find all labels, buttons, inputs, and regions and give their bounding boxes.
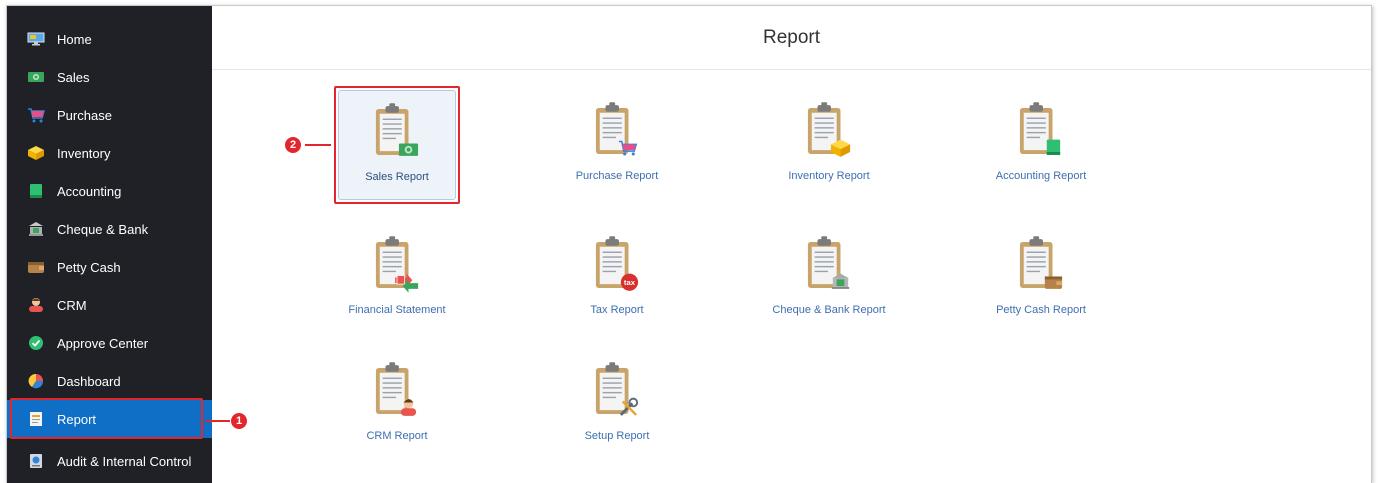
report-icon [27,411,45,427]
sidebar-item-sales[interactable]: Sales [7,58,212,96]
monitor-icon [27,31,45,47]
audit-icon [27,453,45,469]
sidebar-item-petty-cash[interactable]: Petty Cash [7,248,212,286]
tile-cheque-and-bank-report[interactable]: Cheque & Bank Report [770,224,888,334]
sidebar-item-label: Dashboard [57,373,121,389]
tile-crm-report[interactable]: CRM Report [338,350,456,460]
sidebar-item-label: Cheque & Bank [57,221,149,237]
wallet-clipboard-icon [1018,234,1064,294]
sidebar-item-label: Sales [57,69,90,85]
person-icon [27,297,45,313]
person-clipboard-icon [374,360,420,420]
money-clipboard-icon [374,101,420,161]
transfer-clipboard-icon [374,234,420,294]
tile-label: Cheque & Bank Report [772,304,886,316]
tile-label: Setup Report [584,430,650,442]
sidebar-item-label: Home [57,31,92,47]
tile-label: Purchase Report [575,170,659,182]
sidebar-item-home[interactable]: Home [7,20,212,58]
cart-clipboard-icon [594,100,640,160]
tile-label: CRM Report [366,430,428,442]
app-window: Home Sales Purchase Inventory Accounting [6,5,1372,483]
annotation-arrow-2 [305,144,331,146]
sidebar: Home Sales Purchase Inventory Accounting [7,6,212,483]
sidebar-item-report[interactable]: Report [7,400,212,438]
box-clipboard-icon [806,100,852,160]
sidebar-item-label: Petty Cash [57,259,121,275]
tile-label: Accounting Report [995,170,1087,182]
money-icon [27,69,45,85]
wallet-icon [27,259,45,275]
sidebar-item-label: Accounting [57,183,122,199]
tile-petty-cash-report[interactable]: Petty Cash Report [982,224,1100,334]
tile-sales-report[interactable]: Sales Report [338,90,456,200]
tax-clipboard-icon: tax [594,234,640,294]
tile-tax-report[interactable]: tax Tax Report [558,224,676,334]
annotation-marker-1: 1 [231,413,247,429]
tile-financial-statement[interactable]: Financial Statement [338,224,456,334]
sidebar-item-label: Inventory [57,145,111,161]
tile-accounting-report[interactable]: Accounting Report [982,90,1100,200]
bank-clipboard-icon [806,234,852,294]
tile-label: Petty Cash Report [996,304,1086,316]
annotation-marker-2: 2 [285,137,301,153]
page-title: Report [212,6,1371,70]
sidebar-item-audit-internal-control[interactable]: Audit & Internal Control [7,442,212,480]
tile-label: Tax Report [590,304,644,316]
annotation-arrow-1 [206,420,230,422]
pie-chart-icon [27,373,45,389]
svg-text:tax: tax [624,278,636,287]
sidebar-item-label: CRM [57,297,87,313]
tile-setup-report[interactable]: Setup Report [558,350,676,460]
sidebar-item-purchase[interactable]: Purchase [7,96,212,134]
cart-icon [27,107,45,123]
sidebar-item-inventory[interactable]: Inventory [7,134,212,172]
book-clipboard-icon [1018,100,1064,160]
tile-label: Inventory Report [788,170,870,182]
sidebar-item-accounting[interactable]: Accounting [7,172,212,210]
tile-label: Financial Statement [348,304,446,316]
tools-clipboard-icon [594,360,640,420]
sidebar-item-cheque-bank[interactable]: Cheque & Bank [7,210,212,248]
book-icon [27,183,45,199]
sidebar-item-approve-center[interactable]: Approve Center [7,324,212,362]
sidebar-item-label: Audit & Internal Control [57,453,192,469]
sidebar-item-label: Report [57,411,97,427]
tile-inventory-report[interactable]: Inventory Report [770,90,888,200]
sidebar-item-label: Purchase [57,107,112,123]
sidebar-item-label: Approve Center [57,335,149,351]
box-icon [27,145,45,161]
check-circle-icon [27,335,45,351]
tile-purchase-report[interactable]: Purchase Report [558,90,676,200]
tile-label: Sales Report [365,171,429,183]
sidebar-item-crm[interactable]: CRM [7,286,212,324]
bank-icon [27,221,45,237]
sidebar-item-dashboard[interactable]: Dashboard [7,362,212,400]
